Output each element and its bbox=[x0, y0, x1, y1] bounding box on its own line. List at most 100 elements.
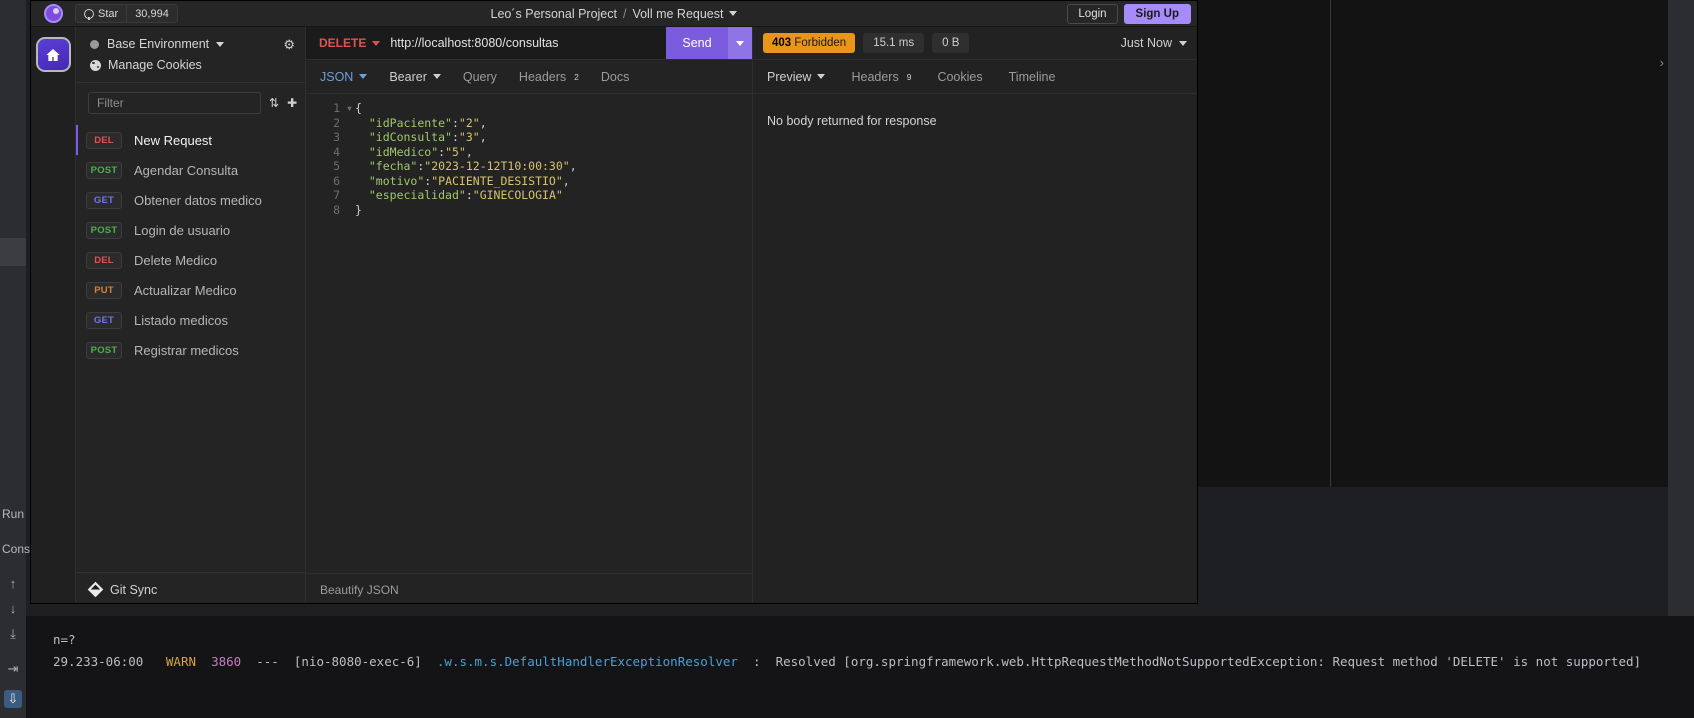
body-editor[interactable]: 1 ▾ { 2 "idPaciente":"2", 3 "idConsulta"… bbox=[306, 94, 752, 573]
method-badge: GET bbox=[86, 311, 122, 329]
wrap-icon[interactable]: ⇥ bbox=[4, 660, 22, 678]
cookie-icon bbox=[90, 59, 101, 71]
request-name: Delete Medico bbox=[134, 252, 218, 268]
request-name: Listado medicos bbox=[134, 312, 228, 328]
url-bar: DELETE http://localhost:8080/consultas S… bbox=[306, 27, 752, 60]
line-number: 6 bbox=[333, 173, 340, 188]
method-badge: DEL bbox=[86, 131, 122, 149]
ide-editor-area bbox=[1198, 0, 1668, 487]
request-name: Obtener datos medico bbox=[134, 192, 262, 208]
chevron-down-icon[interactable] bbox=[216, 41, 225, 47]
line-number: 7 bbox=[333, 188, 340, 202]
list-item[interactable]: GET Listado medicos bbox=[76, 305, 305, 335]
request-pane: DELETE http://localhost:8080/consultas S… bbox=[306, 27, 753, 603]
chevron-down-icon bbox=[1179, 40, 1187, 46]
arrow-up-icon[interactable]: ↑ bbox=[4, 575, 22, 593]
request-name: Agendar Consulta bbox=[134, 162, 239, 178]
manage-cookies-button[interactable]: Manage Cookies bbox=[76, 55, 305, 82]
method-dropdown[interactable]: DELETE bbox=[306, 27, 390, 59]
tab-timeline[interactable]: Timeline bbox=[1009, 70, 1056, 84]
terminal-message: Resolved [org.springframework.web.HttpRe… bbox=[775, 654, 1642, 669]
list-item[interactable]: GET Obtener datos medico bbox=[76, 185, 305, 215]
code-text: { bbox=[355, 101, 362, 115]
list-item[interactable]: DEL New Request bbox=[76, 125, 305, 155]
github-star-button[interactable]: Star 30,994 bbox=[75, 4, 178, 23]
tab-query[interactable]: Query bbox=[463, 70, 497, 84]
ide-divider bbox=[1330, 0, 1331, 487]
git-sync-button[interactable]: Git Sync bbox=[76, 572, 305, 603]
code-line: 8 } bbox=[306, 203, 752, 218]
ide-run-label[interactable]: Run bbox=[2, 507, 24, 521]
send-button[interactable]: Send bbox=[666, 27, 728, 59]
tab-docs[interactable]: Docs bbox=[601, 70, 629, 84]
send-options-button[interactable] bbox=[728, 27, 752, 59]
sort-icon[interactable]: ⇅ bbox=[269, 97, 279, 109]
tab-response-headers[interactable]: Headers 9 bbox=[851, 70, 911, 84]
request-list: DEL New Request POST Agendar Consulta GE… bbox=[76, 123, 305, 572]
app-logo bbox=[31, 1, 75, 26]
chevron-down-icon bbox=[817, 74, 826, 79]
tab-headers[interactable]: Headers 2 bbox=[519, 70, 579, 84]
scroll-end-icon[interactable]: ⇩ bbox=[4, 690, 22, 708]
app-title-bar: Star 30,994 Leo´s Personal Project / Vol… bbox=[31, 1, 1197, 27]
list-item[interactable]: POST Agendar Consulta bbox=[76, 155, 305, 185]
tab-body-json[interactable]: JSON bbox=[320, 69, 368, 84]
environment-label: Base Environment bbox=[107, 37, 210, 51]
list-item[interactable]: POST Registrar medicos bbox=[76, 335, 305, 365]
request-name: New Request bbox=[134, 132, 213, 148]
fold-toggle-icon[interactable]: ▾ bbox=[346, 101, 355, 115]
login-button[interactable]: Login bbox=[1067, 3, 1118, 24]
method-badge: POST bbox=[86, 161, 122, 179]
line-number: 4 bbox=[333, 144, 340, 159]
home-button[interactable] bbox=[35, 37, 71, 72]
chevron-down-icon[interactable] bbox=[729, 11, 738, 16]
ide-right-toolbar[interactable] bbox=[1668, 0, 1694, 718]
terminal-thread: [nio-8080-exec-6] bbox=[293, 654, 422, 669]
beautify-json-button[interactable]: Beautify JSON bbox=[320, 583, 399, 597]
line-number: 3 bbox=[333, 130, 340, 144]
line-number: 8 bbox=[333, 202, 340, 217]
add-request-icon[interactable]: ✚ bbox=[287, 97, 297, 109]
filter-input[interactable] bbox=[88, 92, 261, 114]
star-label-wrap[interactable]: Star bbox=[76, 5, 128, 22]
insomnia-logo-icon bbox=[43, 4, 63, 23]
code-line: 5 "fecha":"2023-12-12T10:00:30", bbox=[306, 159, 752, 174]
signup-button[interactable]: Sign Up bbox=[1123, 3, 1191, 24]
request-tabs: JSON Bearer Query Headers 2 Docs bbox=[306, 60, 752, 94]
breadcrumb-separator: / bbox=[622, 6, 627, 21]
icon-rail bbox=[31, 27, 76, 603]
response-body: No body returned for response bbox=[753, 94, 1197, 603]
arrow-down-icon[interactable]: ↓ bbox=[4, 600, 22, 618]
breadcrumb-request[interactable]: Voll me Request bbox=[632, 7, 723, 21]
ide-console-label[interactable]: Cons bbox=[2, 542, 30, 556]
tab-preview[interactable]: Preview bbox=[767, 70, 826, 84]
expand-chevron-icon[interactable]: › bbox=[1660, 55, 1664, 70]
response-history-dropdown[interactable]: Just Now bbox=[1121, 36, 1187, 50]
list-item[interactable]: DEL Delete Medico bbox=[76, 245, 305, 275]
screen: Run Cons ↑ ↓ ⤓ ⇥ ⇩ › n=? 29.233-06:00 WA… bbox=[0, 0, 1694, 718]
code-text: "idMedico":"5", bbox=[368, 144, 473, 159]
code-line: 1 ▾ { bbox=[306, 101, 752, 116]
method-badge: GET bbox=[86, 191, 122, 209]
request-name: Actualizar Medico bbox=[134, 282, 237, 298]
terminal-pid: 3860 bbox=[211, 654, 242, 669]
terminal-panel[interactable]: n=? 29.233-06:00 WARN 3860 --- [nio-8080… bbox=[26, 616, 1694, 718]
chevron-down-icon bbox=[359, 74, 368, 79]
response-timestamp: Just Now bbox=[1120, 36, 1172, 50]
chevron-down-icon bbox=[432, 74, 441, 79]
environment-selector[interactable]: Base Environment ⚙ bbox=[76, 27, 305, 55]
git-sync-label: Git Sync bbox=[110, 582, 158, 597]
tab-auth-bearer[interactable]: Bearer bbox=[389, 70, 441, 84]
list-item[interactable]: POST Login de usuario bbox=[76, 215, 305, 245]
tab-label: Headers bbox=[518, 69, 567, 84]
tab-cookies[interactable]: Cookies bbox=[937, 70, 982, 84]
status-text: Forbidden bbox=[794, 37, 847, 49]
gear-icon[interactable]: ⚙ bbox=[283, 38, 295, 51]
editor-footer: Beautify JSON bbox=[306, 573, 752, 603]
tab-label: JSON bbox=[320, 69, 354, 84]
url-input[interactable]: http://localhost:8080/consultas bbox=[390, 27, 666, 59]
response-status-row: 403 Forbidden 15.1 ms 0 B Just Now bbox=[753, 27, 1197, 60]
breadcrumb-project[interactable]: Leo´s Personal Project bbox=[491, 7, 617, 21]
list-item[interactable]: PUT Actualizar Medico bbox=[76, 275, 305, 305]
download-icon[interactable]: ⤓ bbox=[4, 625, 22, 643]
